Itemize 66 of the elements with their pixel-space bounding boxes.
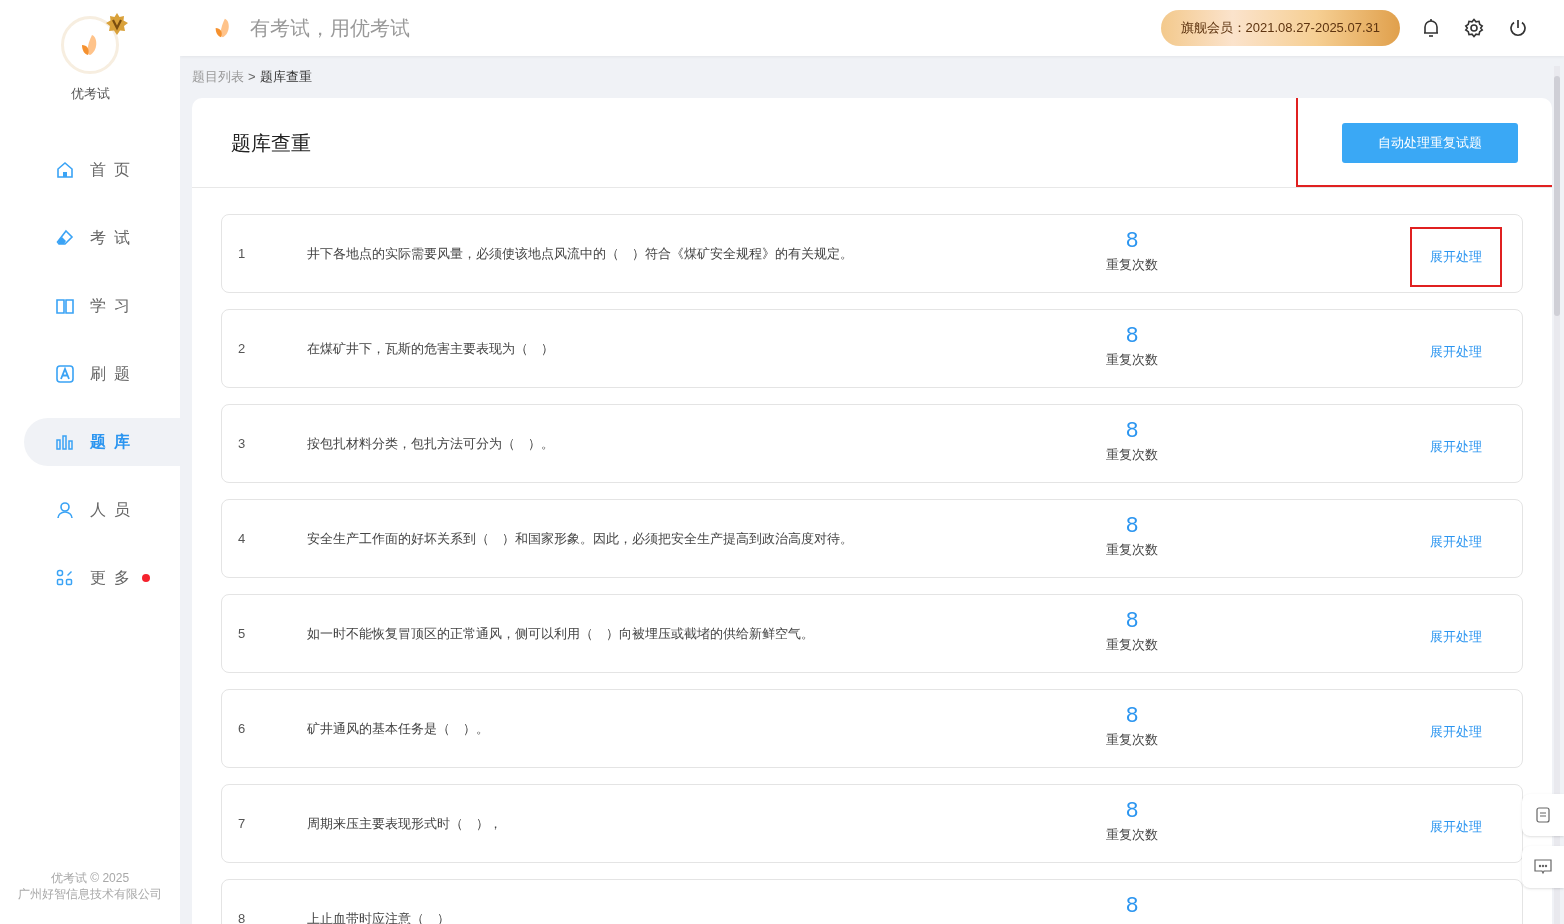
- question-text: 如一时不能恢复冒顶区的正常通风，侧可以利用（ ）向被埋压或截堵的供给新鲜空气。: [307, 624, 815, 643]
- row-number: 8: [238, 909, 247, 924]
- row-number: 4: [238, 529, 247, 548]
- slogan: 有考试，用优考试: [250, 16, 410, 41]
- repeat-count-label: 重复次数: [1106, 731, 1158, 749]
- row-number: 6: [238, 719, 247, 738]
- copyright-text: 优考试 © 2025: [50, 870, 130, 886]
- page-title: 题库查重: [231, 130, 311, 156]
- sidebar-item[interactable]: 学 习: [24, 281, 180, 330]
- bar-chart-icon: [56, 432, 74, 451]
- eraser-icon: [56, 228, 74, 247]
- settings-icon[interactable]: [1464, 18, 1484, 38]
- repeat-count: 8: [1125, 702, 1139, 728]
- repeat-count-label: 重复次数: [1106, 351, 1158, 369]
- chat-icon[interactable]: [1522, 846, 1564, 888]
- letter-a-icon: [56, 364, 74, 383]
- repeat-count-label: 重复次数: [1106, 636, 1158, 654]
- repeat-count: 8: [1125, 322, 1139, 348]
- repeat-count: 8: [1125, 512, 1139, 538]
- repeat-count: 8: [1125, 797, 1139, 823]
- home-icon: [56, 160, 74, 179]
- row-number: 3: [238, 434, 247, 453]
- breadcrumb-current: 题库查重: [259, 68, 312, 87]
- question-text: 井下各地点的实际需要风量，必须使该地点风流中的（ ）符合《煤矿安全规程》的有关规定。: [307, 244, 854, 263]
- brand-name: 优考试: [70, 85, 110, 103]
- expand-link[interactable]: 展开处理: [1430, 721, 1482, 742]
- sidebar-item[interactable]: 更 多: [24, 553, 180, 602]
- row-number: 1: [238, 244, 247, 263]
- apps-icon: [56, 568, 74, 587]
- repeat-count: 8: [1125, 892, 1139, 918]
- notification-icon[interactable]: [1422, 18, 1440, 38]
- row-number: 5: [238, 624, 247, 643]
- breadcrumb-link[interactable]: 题目列表: [192, 67, 244, 87]
- auto-process-button[interactable]: 自动处理重复试题: [1342, 122, 1518, 163]
- question-text: 按包扎材料分类，包扎方法可分为（ ）。: [307, 434, 555, 453]
- book-icon: [56, 296, 74, 315]
- repeat-count-label: 重复次数: [1106, 256, 1158, 274]
- repeat-count-label: 重复次数: [1106, 446, 1158, 464]
- repeat-count: 8: [1125, 607, 1139, 633]
- expand-link[interactable]: 展开处理: [1430, 626, 1482, 647]
- sidebar-item[interactable]: 首 页: [24, 145, 180, 194]
- user-icon: [56, 500, 74, 519]
- row-number: 7: [238, 814, 247, 833]
- question-text: 矿井通风的基本任务是（ ）。: [307, 719, 490, 738]
- question-text: 周期来压主要表现形式时（ ），: [307, 814, 503, 833]
- sidebar-item[interactable]: 考 试: [24, 213, 180, 262]
- copyright-text: 广州好智信息技术有限公司: [18, 886, 162, 902]
- repeat-count: 8: [1125, 227, 1139, 253]
- expand-link[interactable]: 展开处理: [1430, 531, 1482, 552]
- expand-link[interactable]: 展开处理: [1430, 816, 1482, 837]
- expand-link[interactable]: 展开处理: [1430, 436, 1482, 457]
- expand-link[interactable]: 展开处理: [1430, 341, 1482, 362]
- breadcrumb-separator: >: [248, 68, 256, 87]
- sidebar-item[interactable]: 题 库: [24, 417, 180, 466]
- question-text: 安全生产工作面的好坏关系到（ ）和国家形象。因此，必须把安全生产提高到政治高度对待。: [307, 529, 854, 548]
- question-text: 在煤矿井下，瓦斯的危害主要表现为（ ）: [307, 339, 555, 358]
- expand-link[interactable]: 展开处理: [1430, 246, 1482, 267]
- sidebar-item[interactable]: 刷 题: [24, 349, 180, 398]
- repeat-count-label: 重复次数: [1106, 541, 1158, 559]
- sidebar-item[interactable]: 人 员: [24, 485, 180, 534]
- repeat-count: 8: [1125, 417, 1139, 443]
- membership-badge: 旗舰会员：2021.08.27-2025.07.31: [1160, 10, 1400, 46]
- repeat-count-label: 重复次数: [1106, 826, 1158, 844]
- power-icon[interactable]: [1508, 18, 1528, 38]
- vip-badge-icon: [105, 12, 129, 36]
- row-number: 2: [238, 339, 247, 358]
